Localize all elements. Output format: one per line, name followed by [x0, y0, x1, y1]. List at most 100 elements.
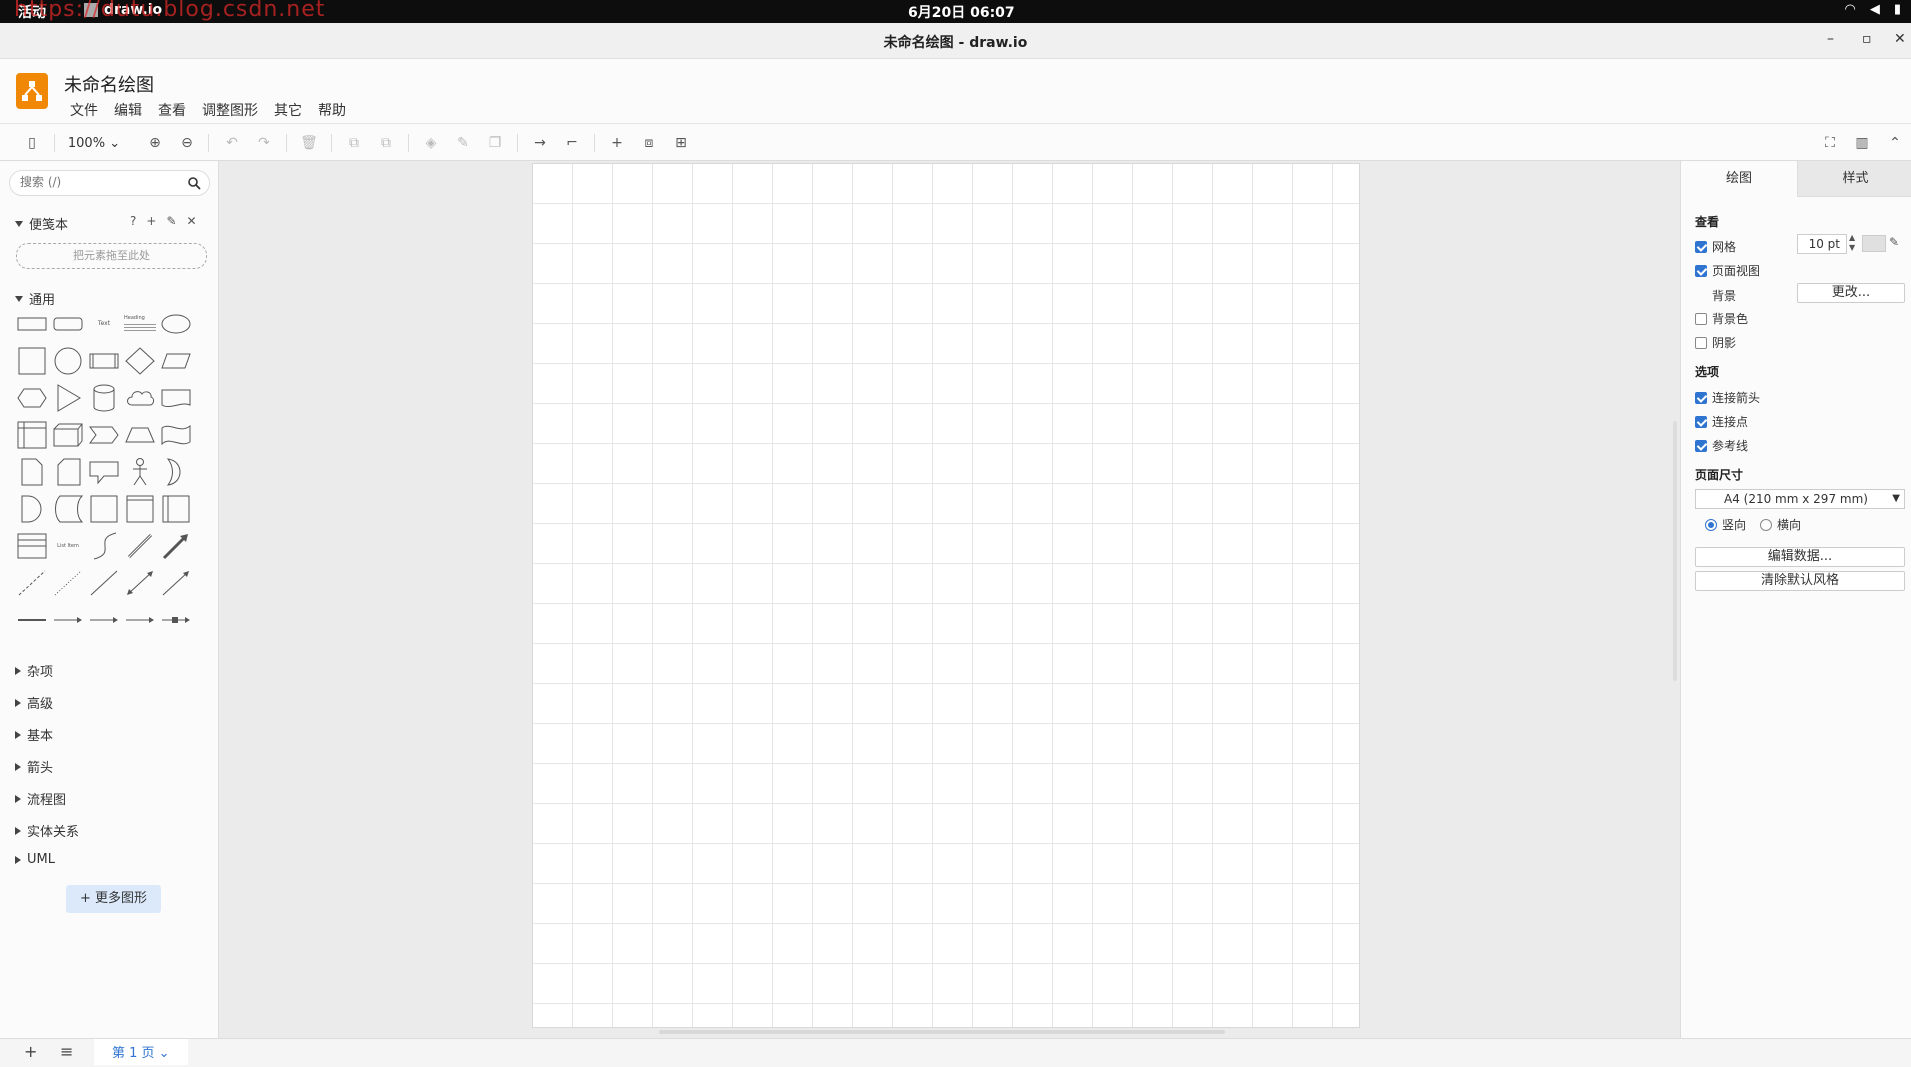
guides-checkbox[interactable]	[1695, 439, 1707, 452]
shape-document[interactable]	[160, 383, 192, 413]
shape-cube[interactable]	[52, 420, 84, 450]
wifi-icon[interactable]: ◠	[1845, 2, 1856, 17]
volume-icon[interactable]: ◀	[1870, 2, 1880, 17]
shape-curve[interactable]	[88, 531, 120, 561]
menu-file[interactable]: 文件	[70, 100, 98, 120]
menu-extras[interactable]: 其它	[274, 100, 302, 120]
page-view-checkbox[interactable]	[1695, 264, 1707, 277]
shape-connector-with-symbol[interactable]	[160, 605, 192, 635]
delete-icon[interactable]: 🗑	[299, 133, 319, 153]
shapes-icon[interactable]: ⧈	[639, 133, 659, 153]
shape-search[interactable]	[9, 170, 210, 196]
shape-circle[interactable]	[52, 346, 84, 376]
redo-icon[interactable]: ↷	[254, 133, 274, 153]
shape-diamond[interactable]	[124, 346, 156, 376]
shape-arrow[interactable]	[160, 531, 192, 561]
search-icon[interactable]	[187, 176, 201, 190]
to-front-icon[interactable]: ⧉	[344, 133, 364, 153]
shape-actor[interactable]	[124, 457, 156, 487]
document-title[interactable]: 未命名绘图	[64, 71, 154, 97]
close-icon[interactable]: ✕	[187, 214, 197, 228]
fullscreen-icon[interactable]: ⛶	[1820, 133, 1840, 153]
diagram-page[interactable]	[532, 163, 1360, 1028]
shape-parallelogram[interactable]	[160, 346, 192, 376]
shape-internal-storage[interactable]	[16, 420, 48, 450]
shape-trapezoid[interactable]	[124, 420, 156, 450]
shape-rounded-rectangle[interactable]	[52, 309, 84, 339]
shape-callout[interactable]	[88, 457, 120, 487]
search-input[interactable]	[20, 175, 180, 189]
vertical-scrollbar[interactable]	[1673, 421, 1677, 681]
zoom-in-icon[interactable]: ⊕	[145, 133, 165, 153]
section-misc[interactable]: 杂项	[15, 661, 53, 680]
grid-size-input[interactable]: 10 pt	[1797, 234, 1847, 254]
undo-icon[interactable]: ↶	[222, 133, 242, 153]
connection-arrows-checkbox[interactable]	[1695, 391, 1707, 404]
shape-and[interactable]	[16, 494, 48, 524]
shape-process[interactable]	[88, 346, 120, 376]
connection-style-icon[interactable]: →	[530, 133, 550, 153]
insert-icon[interactable]: +	[607, 133, 627, 153]
shape-data-storage[interactable]	[52, 494, 84, 524]
grid-color-swatch[interactable]	[1862, 235, 1886, 252]
horizontal-scrollbar[interactable]	[659, 1030, 1225, 1034]
shape-dotted-line[interactable]	[52, 568, 84, 598]
shape-edge-label[interactable]	[52, 605, 84, 635]
portrait-option[interactable]: 竖向	[1705, 516, 1746, 533]
page-view-option[interactable]: 页面视图	[1695, 262, 1760, 279]
grid-checkbox[interactable]	[1695, 240, 1707, 253]
shadow-option[interactable]: 阴影	[1695, 334, 1736, 351]
grid-size-stepper[interactable]: ▲ ▼	[1849, 233, 1855, 253]
menu-edit[interactable]: 编辑	[114, 100, 142, 120]
fill-color-icon[interactable]: ◈	[421, 133, 441, 153]
section-entity-relation[interactable]: 实体关系	[15, 821, 79, 840]
diagram-canvas[interactable]	[219, 161, 1680, 1038]
shape-or[interactable]	[160, 457, 192, 487]
connection-points-option[interactable]: 连接点	[1695, 413, 1748, 430]
shape-note[interactable]	[16, 457, 48, 487]
background-color-checkbox[interactable]	[1695, 312, 1707, 325]
general-section-header[interactable]: 通用	[15, 289, 55, 308]
system-tray[interactable]: ◠ ◀ ▮	[1845, 2, 1902, 17]
scratchpad-header[interactable]: 便笺本	[15, 214, 68, 233]
shape-textbox[interactable]: Heading	[124, 309, 156, 339]
shape-ellipse[interactable]	[160, 309, 192, 339]
zoom-dropdown[interactable]: 100% ⌄	[66, 133, 122, 153]
menu-help[interactable]: 帮助	[318, 100, 346, 120]
connection-arrows-option[interactable]: 连接箭头	[1695, 389, 1760, 406]
shape-bidirectional-connector[interactable]	[124, 568, 156, 598]
guides-option[interactable]: 参考线	[1695, 437, 1748, 454]
shape-bidirectional-arrow[interactable]	[124, 531, 156, 561]
connection-points-checkbox[interactable]	[1695, 415, 1707, 428]
add-page-button[interactable]: +	[24, 1042, 37, 1061]
pages-menu-icon[interactable]: ≡	[60, 1042, 73, 1061]
portrait-radio[interactable]	[1705, 518, 1717, 531]
format-panel-icon[interactable]: ▥	[1852, 133, 1872, 153]
shape-triangle[interactable]	[52, 383, 84, 413]
landscape-radio[interactable]	[1760, 518, 1772, 531]
shape-rectangle[interactable]	[16, 309, 48, 339]
close-button[interactable]: ✕	[1894, 31, 1906, 47]
shape-list[interactable]	[16, 531, 48, 561]
clear-default-style-button[interactable]: 清除默认风格	[1695, 571, 1905, 591]
line-color-icon[interactable]: ✎	[453, 133, 473, 153]
shape-tape[interactable]	[160, 420, 192, 450]
shape-cylinder[interactable]	[88, 383, 120, 413]
shape-edge-two-labels[interactable]	[88, 605, 120, 635]
shadow-checkbox[interactable]	[1695, 336, 1707, 349]
scratchpad-dropzone[interactable]: 把元素拖至此处	[16, 243, 207, 269]
shape-step[interactable]	[88, 420, 120, 450]
waypoints-icon[interactable]: ⌐	[562, 133, 582, 153]
table-icon[interactable]: ⊞	[671, 133, 691, 153]
section-advanced[interactable]: 高级	[15, 693, 53, 712]
shape-vertical-container[interactable]	[160, 494, 192, 524]
shape-edge-three-labels[interactable]	[124, 605, 156, 635]
collapse-toolbar-icon[interactable]: ⌃	[1885, 133, 1905, 153]
section-basic[interactable]: 基本	[15, 725, 53, 744]
section-flowchart[interactable]: 流程图	[15, 789, 66, 808]
shape-text[interactable]: Text	[88, 309, 120, 339]
page-size-select[interactable]: A4 (210 mm x 297 mm) ▼	[1695, 489, 1905, 509]
shape-hexagon[interactable]	[16, 383, 48, 413]
grid-option[interactable]: 网格	[1695, 238, 1736, 255]
add-icon[interactable]: +	[146, 214, 156, 228]
